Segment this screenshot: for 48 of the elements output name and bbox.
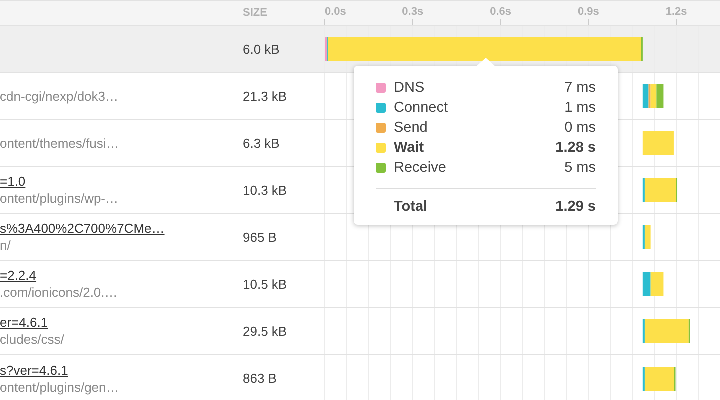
- size-cell-text: 10.5 kB: [242, 276, 288, 292]
- total-value: 1.29 s: [556, 199, 596, 215]
- request-row[interactable]: s%3A400%2C700%7CMe… n/ 965 B: [0, 214, 720, 261]
- phase-value: 1.28 s: [556, 140, 596, 156]
- size-cell-text: 6.0 kB: [242, 42, 281, 56]
- total-label: Total: [394, 199, 429, 215]
- tick-label: 1.2s: [666, 6, 688, 18]
- tick-label: 0.6s: [490, 6, 512, 18]
- waterfall-bar: [642, 272, 664, 296]
- request-url-link[interactable]: =1.0: [0, 174, 26, 189]
- request-path: .com/ionicons/2.0.…: [0, 285, 118, 300]
- phase-value: 1 ms: [564, 100, 596, 116]
- tick-label: 0.0s: [325, 6, 346, 18]
- phase-value: 7 ms: [564, 80, 596, 96]
- size-cell-text: 10.3 kB: [242, 182, 288, 198]
- request-path: ontent/plugins/wp-…: [0, 191, 119, 206]
- size-cell-text: 6.3 kB: [242, 136, 281, 150]
- request-url-link[interactable]: er=4.6.1: [0, 315, 48, 330]
- waterfall-bar: [642, 131, 674, 155]
- tick-label: 0.9s: [578, 6, 600, 18]
- request-url-link[interactable]: =2.2.4: [0, 268, 37, 283]
- request-url-link[interactable]: s?ver=4.6.1: [0, 362, 68, 378]
- waterfall-bar: [642, 84, 664, 108]
- waterfall-bar: [642, 366, 676, 390]
- phase-label: Receive: [394, 160, 448, 176]
- tick-label: 0.3s: [402, 6, 424, 18]
- waterfall-bar: [642, 225, 651, 249]
- phase-label: Send: [394, 120, 429, 136]
- phase-label: Wait: [394, 140, 426, 156]
- request-path: ontent/themes/fusi…: [0, 136, 120, 150]
- phase-value: 5 ms: [564, 160, 596, 176]
- request-path: ontent/plugins/gen…: [0, 380, 120, 394]
- size-cell-text: 965 B: [242, 230, 278, 244]
- request-path: n/: [0, 238, 11, 253]
- request-path: cdn-cgi/nexp/dok3…: [0, 88, 119, 104]
- waterfall-bar: [642, 319, 690, 343]
- size-cell-text: 21.3 kB: [242, 88, 288, 104]
- phase-value: 0 ms: [564, 120, 596, 136]
- phase-label: Connect: [394, 100, 450, 116]
- request-row[interactable]: 6.0 kB: [0, 26, 720, 73]
- phase-label: DNS: [394, 80, 426, 96]
- request-row[interactable]: =2.2.4 .com/ionicons/2.0.… 10.5 kB: [0, 261, 720, 308]
- request-path: cludes/css/: [0, 332, 64, 347]
- request-row[interactable]: er=4.6.1 cludes/css/ 29.5 kB: [0, 308, 720, 355]
- size-cell-text: 863 B: [242, 371, 278, 386]
- waterfall-bar: [642, 178, 678, 202]
- size-cell-text: 29.5 kB: [242, 324, 288, 338]
- request-url-link[interactable]: s%3A400%2C700%7CMe…: [0, 221, 165, 236]
